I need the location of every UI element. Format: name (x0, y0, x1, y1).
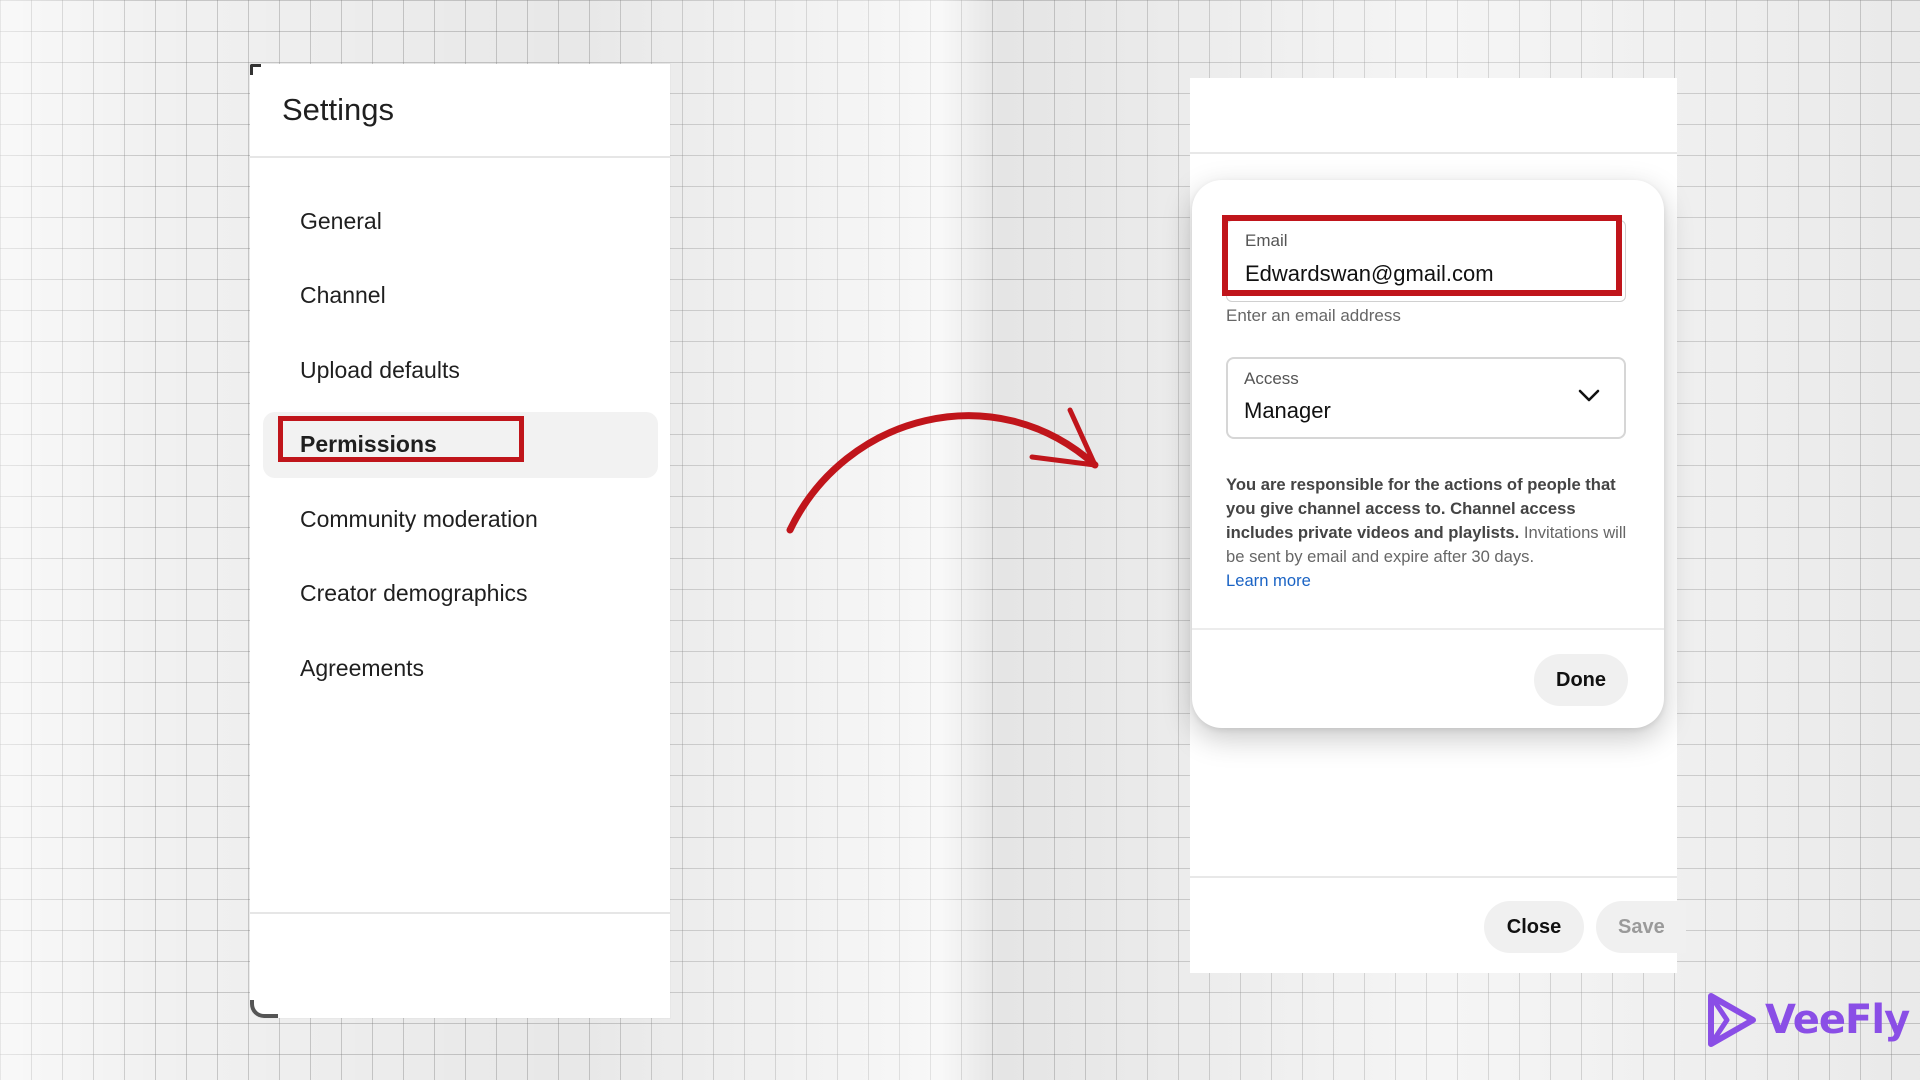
access-value: Manager (1244, 398, 1331, 423)
nav-item-upload-defaults[interactable]: Upload defaults (250, 333, 670, 408)
settings-nav: General Channel Upload defaults Permissi… (250, 184, 670, 706)
settings-title: Settings (282, 92, 395, 127)
nav-item-community-moderation[interactable]: Community moderation (250, 482, 670, 557)
nav-item-agreements[interactable]: Agreements (250, 631, 670, 706)
nav-item-label: Agreements (300, 654, 425, 681)
permissions-highlight-box (278, 415, 524, 462)
chevron-down-icon (1578, 389, 1600, 402)
divider (250, 912, 670, 914)
learn-more-link[interactable]: Learn more (1226, 571, 1311, 590)
curved-arrow-icon (786, 407, 1099, 534)
save-button[interactable]: Save (1596, 901, 1686, 953)
nav-item-label: General (300, 207, 382, 234)
divider (1192, 628, 1664, 630)
done-button[interactable]: Done (1534, 654, 1628, 706)
nav-item-general[interactable]: General (250, 184, 670, 259)
access-notice: You are responsible for the actions of p… (1226, 473, 1631, 593)
close-button[interactable]: Close (1484, 901, 1584, 953)
email-highlight-box (1222, 215, 1622, 296)
nav-item-label: Creator demographics (300, 580, 528, 607)
access-select[interactable]: Access Manager (1226, 357, 1626, 439)
nav-item-creator-demographics[interactable]: Creator demographics (250, 557, 670, 632)
settings-panel: Settings General Channel Upload defaults… (250, 64, 670, 1018)
divider (1190, 876, 1677, 878)
divider (250, 156, 670, 158)
divider (1190, 152, 1677, 154)
invite-dialog: Email Edwardswan@gmail.com Enter an emai… (1192, 180, 1664, 728)
access-label: Access (1244, 369, 1299, 388)
nav-item-channel[interactable]: Channel (250, 259, 670, 334)
nav-item-label: Channel (300, 282, 386, 309)
logo-text: VeeFly (1765, 997, 1910, 1043)
play-logo-icon (1708, 993, 1756, 1047)
veefly-logo: VeeFly (1705, 990, 1910, 1050)
nav-item-label: Community moderation (300, 505, 538, 532)
nav-item-permissions[interactable]: Permissions (250, 408, 670, 483)
nav-item-label: Upload defaults (300, 356, 460, 383)
email-hint: Enter an email address (1226, 306, 1401, 325)
